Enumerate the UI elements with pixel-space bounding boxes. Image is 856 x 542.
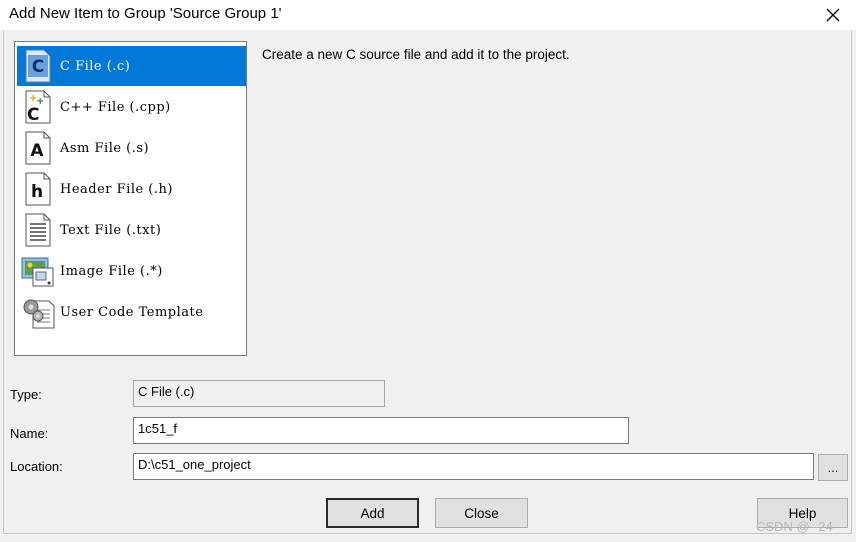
- title-bar: Add New Item to Group 'Source Group 1': [0, 0, 856, 30]
- file-type-label: C File (.c): [60, 58, 131, 74]
- svg-text:C: C: [27, 105, 39, 124]
- file-type-description: Create a new C source file and add it to…: [262, 47, 570, 62]
- text-file-icon: [21, 211, 55, 249]
- svg-text:A: A: [30, 141, 44, 161]
- svg-text:C: C: [32, 57, 44, 77]
- file-type-label: Text File (.txt): [60, 222, 162, 238]
- type-field: C File (.c): [133, 380, 385, 407]
- name-input[interactable]: 1c51_f: [133, 417, 629, 444]
- image-file-icon: [21, 252, 55, 290]
- file-type-header[interactable]: h Header File (.h): [17, 169, 246, 209]
- asm-file-icon: A: [21, 129, 55, 167]
- file-type-text[interactable]: Text File (.txt): [17, 210, 246, 250]
- c-file-icon: C: [21, 47, 55, 85]
- svg-text:h: h: [31, 182, 43, 202]
- close-icon: [826, 8, 840, 22]
- file-type-list[interactable]: C C File (.c) + + C C++ File (.cpp) A As…: [14, 41, 247, 356]
- location-label: Location:: [10, 459, 63, 474]
- file-type-label: Header File (.h): [60, 181, 173, 197]
- cpp-file-icon: + + C: [21, 88, 55, 126]
- file-type-asm[interactable]: A Asm File (.s): [17, 128, 246, 168]
- location-input[interactable]: D:\c51_one_project: [133, 453, 814, 480]
- file-type-label: Image File (.*): [60, 263, 163, 279]
- file-type-cpp[interactable]: + + C C++ File (.cpp): [17, 87, 246, 127]
- file-type-label: Asm File (.s): [60, 140, 150, 156]
- file-type-label: User Code Template: [60, 304, 204, 320]
- header-file-icon: h: [21, 170, 55, 208]
- template-icon: [21, 293, 55, 331]
- add-button[interactable]: Add: [326, 498, 419, 528]
- file-type-user-template[interactable]: User Code Template: [17, 292, 246, 332]
- dialog-title: Add New Item to Group 'Source Group 1': [9, 5, 282, 22]
- watermark: CSDN @--24: [756, 519, 833, 534]
- close-button[interactable]: Close: [435, 498, 528, 528]
- file-type-label: C++ File (.cpp): [60, 99, 171, 115]
- name-label: Name:: [10, 426, 49, 441]
- browse-button[interactable]: ...: [818, 454, 848, 481]
- file-type-c[interactable]: C C File (.c): [17, 46, 246, 86]
- close-window-button[interactable]: [810, 0, 856, 30]
- type-label: Type:: [10, 387, 42, 402]
- file-type-image[interactable]: Image File (.*): [17, 251, 246, 291]
